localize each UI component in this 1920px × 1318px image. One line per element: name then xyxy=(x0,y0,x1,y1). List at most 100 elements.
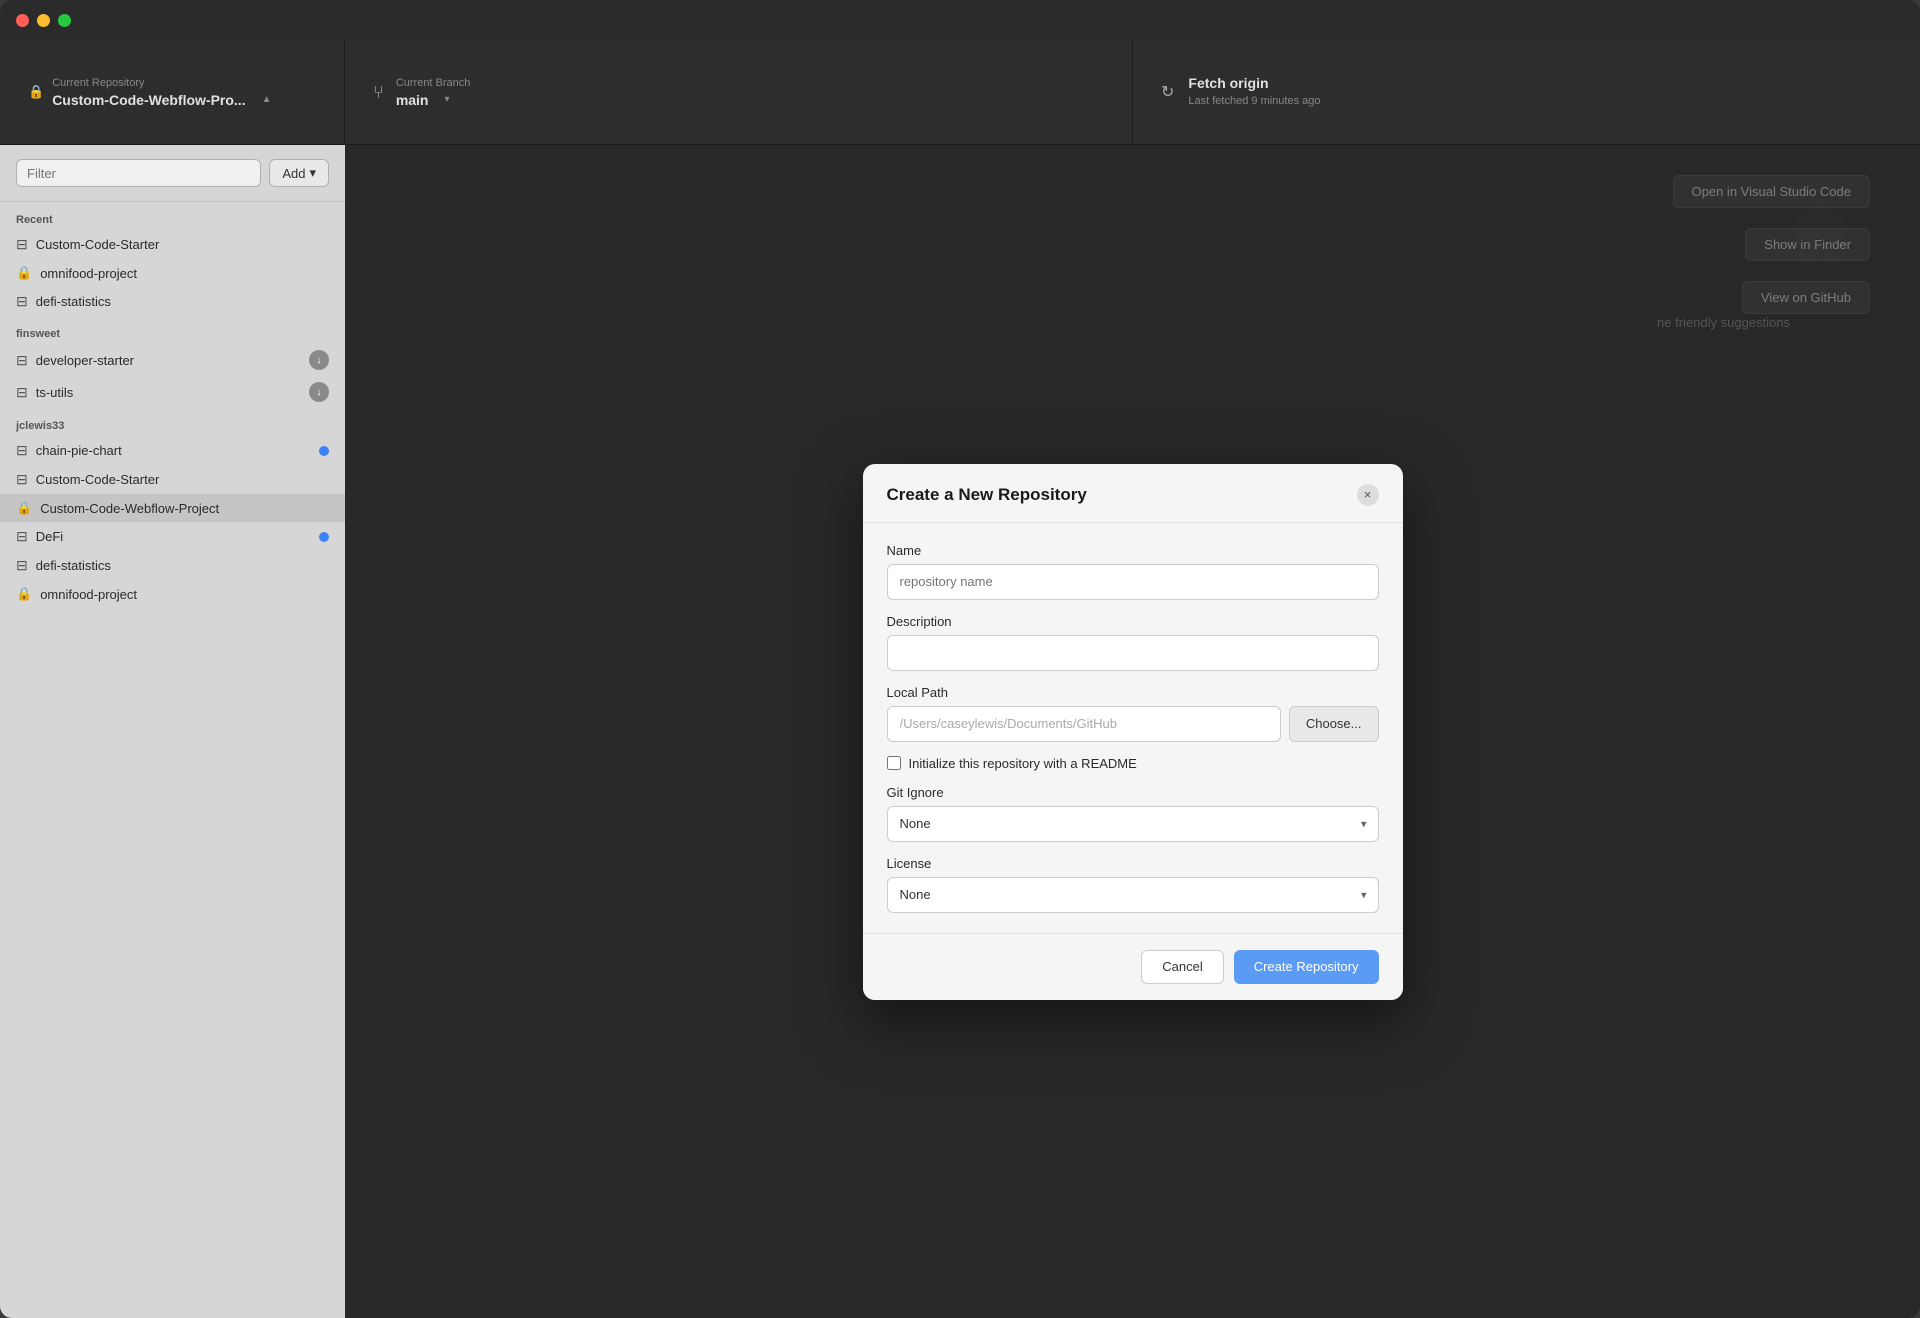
repo-name: defi-statistics xyxy=(36,294,329,309)
repo-icon: ⊟ xyxy=(16,352,28,369)
choose-button[interactable]: Choose... xyxy=(1289,706,1379,742)
lock-icon: 🔒 xyxy=(16,500,32,516)
add-chevron-icon: ▾ xyxy=(309,165,316,181)
name-input[interactable] xyxy=(887,564,1379,600)
path-input[interactable] xyxy=(887,706,1281,742)
repo-name: defi-statistics xyxy=(36,558,329,573)
lock-icon: 🔒 xyxy=(28,84,44,100)
refresh-icon: ↻ xyxy=(1161,82,1174,102)
add-button[interactable]: Add ▾ xyxy=(269,159,329,187)
sidebar-item-defi-statistics-recent[interactable]: ⊟ defi-statistics xyxy=(0,287,345,316)
repo-name: omnifood-project xyxy=(40,266,329,281)
description-input[interactable] xyxy=(887,635,1379,671)
fetch-sublabel: Last fetched 9 minutes ago xyxy=(1188,95,1320,107)
modal-overlay: Create a New Repository × Name xyxy=(345,145,1920,1318)
modal-title: Create a New Repository xyxy=(887,485,1087,505)
sidebar-item-custom-code-starter-jc[interactable]: ⊟ Custom-Code-Starter xyxy=(0,465,345,494)
license-select[interactable]: None xyxy=(887,877,1379,913)
repo-icon: ⊟ xyxy=(16,384,28,401)
current-branch-name: main xyxy=(396,92,429,108)
sidebar-item-custom-code-webflow[interactable]: 🔒 Custom-Code-Webflow-Project xyxy=(0,494,345,522)
current-repo-section[interactable]: 🔒 Current Repository Custom-Code-Webflow… xyxy=(0,40,345,144)
download-badge: ↓ xyxy=(309,382,329,402)
current-branch-section[interactable]: ⑂ Current Branch main ▾ xyxy=(345,40,1133,144)
sidebar-item-ts-utils[interactable]: ⊟ ts-utils ↓ xyxy=(0,376,345,408)
repo-icon: ⊟ xyxy=(16,557,28,574)
repo-name: omnifood-project xyxy=(40,587,329,602)
gitignore-label: Git Ignore xyxy=(887,785,1379,800)
readme-checkbox-row: Initialize this repository with a README xyxy=(887,756,1379,771)
sidebar: Add ▾ Recent ⊟ Custom-Code-Starter 🔒 omn… xyxy=(0,145,345,1318)
sidebar-item-defi[interactable]: ⊟ DeFi xyxy=(0,522,345,551)
license-form-group: License None ▾ xyxy=(887,856,1379,913)
cancel-button[interactable]: Cancel xyxy=(1141,950,1223,984)
path-label: Local Path xyxy=(887,685,1379,700)
repo-icon: ⊟ xyxy=(16,528,28,545)
fetch-origin-section[interactable]: ↻ Fetch origin Last fetched 9 minutes ag… xyxy=(1133,40,1920,144)
description-label: Description xyxy=(887,614,1379,629)
readme-label: Initialize this repository with a README xyxy=(909,756,1137,771)
modal-close-button[interactable]: × xyxy=(1357,484,1379,506)
description-form-group: Description xyxy=(887,614,1379,671)
traffic-light-yellow[interactable] xyxy=(37,14,50,27)
repo-name: Custom-Code-Webflow-Project xyxy=(40,501,329,516)
name-form-group: Name xyxy=(887,543,1379,600)
path-row: Choose... xyxy=(887,706,1379,742)
repo-icon: ⊟ xyxy=(16,293,28,310)
repo-chevron-icon: ▲ xyxy=(262,94,272,105)
sidebar-item-omnifood-project-recent[interactable]: 🔒 omnifood-project xyxy=(0,259,345,287)
content-area: ne friendly suggestions Open in Visual S… xyxy=(345,145,1920,1318)
create-repository-button[interactable]: Create Repository xyxy=(1234,950,1379,984)
title-bar xyxy=(0,0,1920,40)
gitignore-select[interactable]: None xyxy=(887,806,1379,842)
current-repo-name: Custom-Code-Webflow-Pro... xyxy=(52,92,245,108)
license-select-wrapper: None ▾ xyxy=(887,877,1379,913)
repo-name: chain-pie-chart xyxy=(36,443,319,458)
modal-body: Name Description Local Path xyxy=(863,523,1403,933)
repo-name: ts-utils xyxy=(36,385,309,400)
traffic-light-red[interactable] xyxy=(16,14,29,27)
modal-footer: Cancel Create Repository xyxy=(863,933,1403,1000)
dot-badge xyxy=(319,446,329,456)
sidebar-item-developer-starter[interactable]: ⊟ developer-starter ↓ xyxy=(0,344,345,376)
current-branch-label: Current Branch xyxy=(396,77,471,89)
fetch-label: Fetch origin xyxy=(1188,75,1268,91)
modal-header: Create a New Repository × xyxy=(863,464,1403,523)
section-title-finsweet: finsweet xyxy=(0,316,345,344)
sidebar-item-omnifood-project-jc[interactable]: 🔒 omnifood-project xyxy=(0,580,345,608)
repo-icon: ⊟ xyxy=(16,236,28,253)
sidebar-top: Add ▾ xyxy=(0,145,345,202)
path-form-group: Local Path Choose... xyxy=(887,685,1379,742)
section-title-jclewis33: jclewis33 xyxy=(0,408,345,436)
add-button-label: Add xyxy=(282,166,305,181)
close-icon: × xyxy=(1364,487,1372,502)
dot-badge xyxy=(319,532,329,542)
toolbar: 🔒 Current Repository Custom-Code-Webflow… xyxy=(0,40,1920,145)
current-repo-label: Current Repository xyxy=(52,77,271,89)
lock-icon: 🔒 xyxy=(16,586,32,602)
branch-chevron-icon: ▾ xyxy=(445,94,450,105)
main-area: Add ▾ Recent ⊟ Custom-Code-Starter 🔒 omn… xyxy=(0,145,1920,1318)
name-label: Name xyxy=(887,543,1379,558)
sidebar-item-chain-pie-chart[interactable]: ⊟ chain-pie-chart xyxy=(0,436,345,465)
download-badge: ↓ xyxy=(309,350,329,370)
gitignore-form-group: Git Ignore None ▾ xyxy=(887,785,1379,842)
repo-name: DeFi xyxy=(36,529,319,544)
lock-icon: 🔒 xyxy=(16,265,32,281)
gitignore-select-wrapper: None ▾ xyxy=(887,806,1379,842)
traffic-light-green[interactable] xyxy=(58,14,71,27)
repo-name: developer-starter xyxy=(36,353,309,368)
sidebar-item-defi-statistics-jc[interactable]: ⊟ defi-statistics xyxy=(0,551,345,580)
license-label: License xyxy=(887,856,1379,871)
filter-input[interactable] xyxy=(16,159,261,187)
sidebar-item-custom-code-starter-recent[interactable]: ⊟ Custom-Code-Starter xyxy=(0,230,345,259)
branch-icon: ⑂ xyxy=(373,82,384,103)
section-title-recent: Recent xyxy=(0,202,345,230)
repo-name: Custom-Code-Starter xyxy=(36,472,329,487)
repo-icon: ⊟ xyxy=(16,442,28,459)
readme-checkbox[interactable] xyxy=(887,756,901,770)
app-window: 🔒 Current Repository Custom-Code-Webflow… xyxy=(0,0,1920,1318)
repo-name: Custom-Code-Starter xyxy=(36,237,329,252)
create-repo-modal: Create a New Repository × Name xyxy=(863,464,1403,1000)
repo-icon: ⊟ xyxy=(16,471,28,488)
